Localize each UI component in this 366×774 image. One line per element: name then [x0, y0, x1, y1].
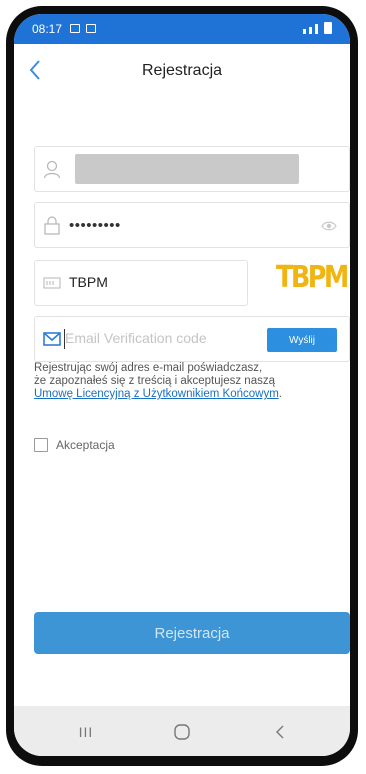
register-button[interactable]: Rejestracja: [34, 612, 350, 654]
captcha-field[interactable]: TBPM: [34, 260, 248, 306]
page-title: Rejestracja: [141, 62, 223, 79]
accept-label[interactable]: Akceptacja: [56, 438, 115, 452]
email-code-input[interactable]: [65, 330, 235, 346]
recent-apps-icon: III: [78, 724, 94, 740]
captcha-icon: [43, 276, 61, 295]
screen: 08:17 Rejestracja ••••••••• TBPM TBPM Em…: [14, 14, 350, 756]
consent-text: Rejestrując swój adres e-mail poświadcza…: [34, 362, 346, 401]
send-code-button[interactable]: Wyślij: [267, 328, 337, 352]
back-chevron-icon: [276, 725, 284, 739]
lock-icon: [43, 215, 61, 240]
password-field[interactable]: •••••••••: [34, 202, 350, 248]
status-time: 08:17: [32, 22, 63, 36]
captcha-image[interactable]: TBPM: [276, 260, 349, 298]
consent-line-2: że zapoznałeś się z treścią i akceptujes…: [34, 375, 275, 387]
recent-apps-button[interactable]: III: [66, 720, 106, 744]
nav-back-button[interactable]: [260, 720, 300, 744]
username-field[interactable]: [34, 146, 350, 192]
mail-icon: [43, 332, 61, 351]
signal-icon-2: [315, 24, 318, 34]
phone-frame: 08:17 Rejestracja ••••••••• TBPM TBPM Em…: [6, 6, 358, 766]
email-code-field[interactable]: Wyślij: [34, 316, 350, 362]
app-header: Rejestracja: [14, 44, 350, 101]
app-notification-icon: [86, 24, 96, 33]
password-value: •••••••••: [69, 217, 121, 234]
registration-form: ••••••••• TBPM TBPM Email Verification c…: [14, 100, 350, 706]
status-indicators: [303, 22, 332, 34]
android-nav-bar: III: [14, 706, 350, 756]
battery-icon: [324, 22, 332, 34]
wifi-icon: [303, 29, 306, 34]
eye-icon[interactable]: [321, 219, 337, 237]
consent-period: .: [278, 388, 282, 400]
accept-row: Akceptacja: [34, 438, 115, 452]
gallery-notification-icon: [70, 24, 80, 33]
accept-checkbox[interactable]: [34, 438, 48, 452]
user-icon: [43, 159, 61, 184]
home-circle-icon: [174, 724, 190, 740]
signal-icon: [309, 27, 312, 34]
status-bar: 08:17: [14, 14, 350, 44]
home-button[interactable]: [162, 720, 202, 744]
consent-line-1: Rejestrując swój adres e-mail poświadcza…: [34, 362, 263, 374]
consent-line-3: Umowę Licencyjną z Użytkownikiem Końcowy…: [34, 388, 346, 401]
captcha-value: TBPM: [69, 274, 108, 290]
username-redacted-value: [75, 154, 299, 184]
license-agreement-link[interactable]: Umowę Licencyjną z Użytkownikiem Końcowy…: [34, 388, 279, 400]
